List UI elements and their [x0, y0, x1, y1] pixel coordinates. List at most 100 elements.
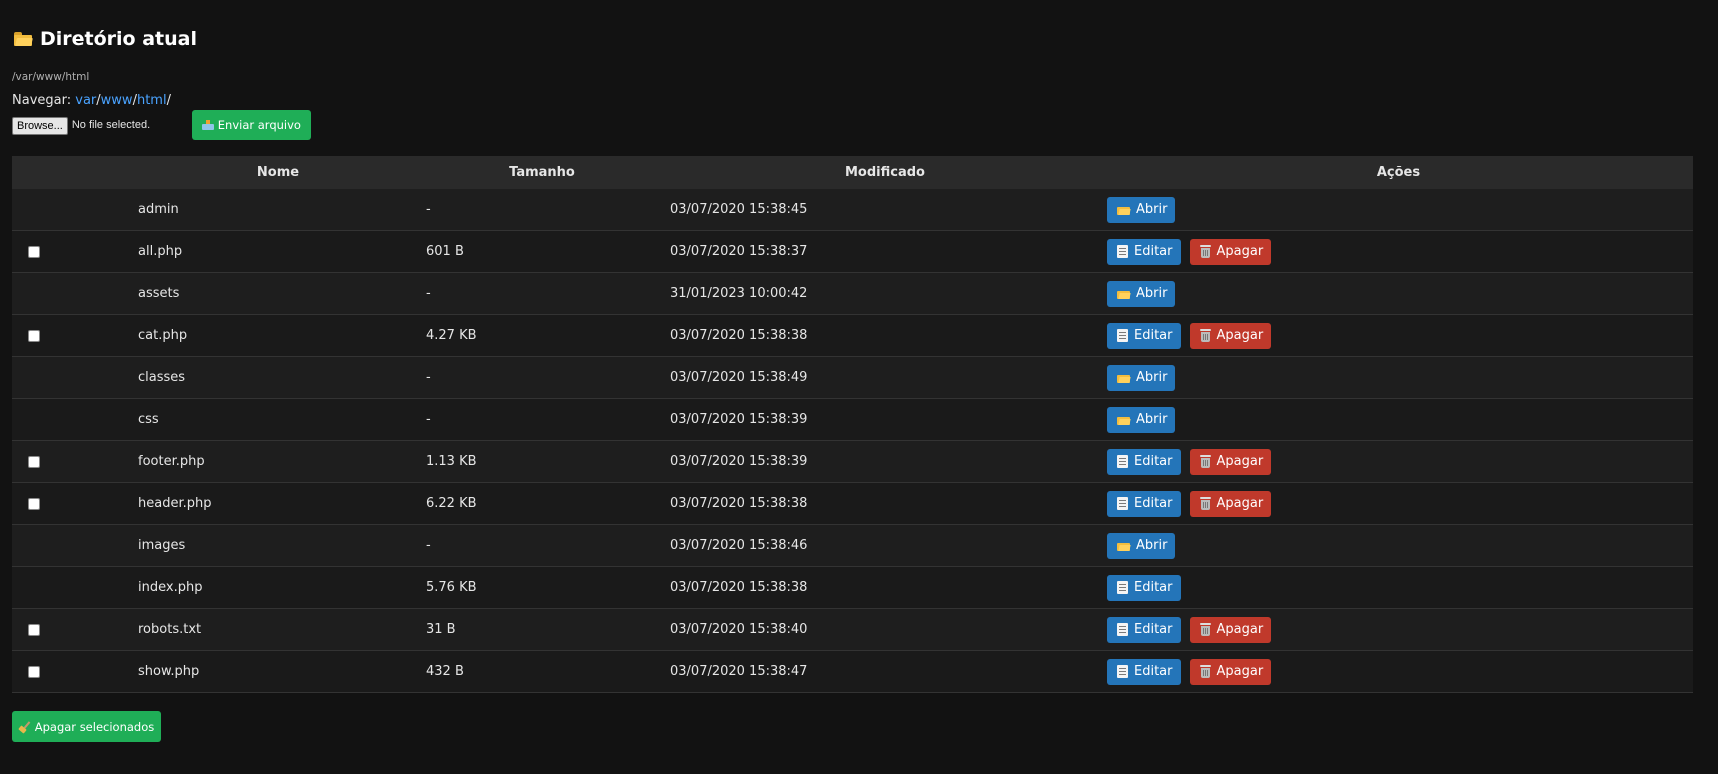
delete-button[interactable]: Apagar	[1189, 616, 1272, 643]
file-name: cat.php	[138, 328, 188, 343]
edit-button[interactable]: Editar	[1107, 658, 1181, 685]
actions-cell: Abrir	[1107, 532, 1693, 559]
action-label: Editar	[1134, 622, 1173, 637]
trash-icon	[1199, 665, 1211, 678]
table-row: css - 03/07/2020 15:38:39 Abrir	[12, 399, 1693, 441]
trash-icon	[1199, 455, 1211, 468]
memo-icon	[1117, 581, 1128, 594]
open-folder-icon	[14, 32, 33, 46]
browse-file-button[interactable]: Browse...	[12, 117, 68, 135]
file-name: index.php	[138, 580, 203, 595]
selected-file-name: No file selected.	[71, 119, 151, 131]
open-button[interactable]: Abrir	[1107, 406, 1176, 433]
edit-button[interactable]: Editar	[1107, 238, 1181, 265]
file-size: 5.76 KB	[426, 580, 477, 595]
file-size: -	[426, 538, 431, 553]
edit-button[interactable]: Editar	[1107, 448, 1181, 475]
actions-cell: Editar Apagar	[1107, 238, 1693, 265]
file-modified: 03/07/2020 15:38:40	[670, 622, 808, 637]
actions-cell: Abrir	[1107, 196, 1693, 223]
open-button[interactable]: Abrir	[1107, 532, 1176, 559]
breadcrumb-link-var[interactable]: var	[75, 93, 96, 108]
action-label: Abrir	[1136, 286, 1168, 301]
folder-icon	[1117, 289, 1131, 299]
file-name: classes	[138, 370, 186, 385]
memo-icon	[1117, 497, 1128, 510]
delete-button[interactable]: Apagar	[1189, 322, 1272, 349]
action-label: Editar	[1134, 664, 1173, 679]
delete-selected-button[interactable]: Apagar selecionados	[12, 711, 161, 742]
file-modified: 03/07/2020 15:38:47	[670, 664, 808, 679]
delete-button[interactable]: Apagar	[1189, 238, 1272, 265]
row-checkbox[interactable]	[28, 329, 40, 342]
select-cell	[12, 329, 138, 342]
memo-icon	[1117, 665, 1128, 678]
breadcrumb-link-html[interactable]: html	[137, 93, 167, 108]
edit-button[interactable]: Editar	[1107, 322, 1181, 349]
open-button[interactable]: Abrir	[1107, 196, 1176, 223]
table-row: index.php 5.76 KB 03/07/2020 15:38:38 Edita…	[12, 567, 1693, 609]
action-label: Abrir	[1136, 370, 1168, 385]
actions-cell: Abrir	[1107, 280, 1693, 307]
file-table: Nome Tamanho Modificado Ações admin - 03/0…	[12, 156, 1693, 693]
table-row: footer.php 1.13 KB 03/07/2020 15:38:39 Edit…	[12, 441, 1693, 483]
edit-button[interactable]: Editar	[1107, 490, 1181, 517]
actions-cell: Abrir	[1107, 406, 1693, 433]
folder-icon	[1117, 205, 1131, 215]
table-header: Nome Tamanho Modificado Ações	[12, 156, 1693, 189]
row-checkbox[interactable]	[28, 455, 40, 468]
file-modified: 03/07/2020 15:38:49	[670, 370, 808, 385]
delete-button[interactable]: Apagar	[1189, 448, 1272, 475]
file-modified: 03/07/2020 15:38:45	[670, 202, 808, 217]
actions-cell: Editar Apagar	[1107, 322, 1693, 349]
broom-icon	[17, 720, 31, 734]
actions-cell: Editar	[1107, 574, 1693, 601]
breadcrumb-label: Navegar:	[12, 93, 72, 108]
table-row: admin - 03/07/2020 15:38:45 Abrir	[12, 189, 1693, 231]
open-button[interactable]: Abrir	[1107, 364, 1176, 391]
memo-icon	[1117, 455, 1128, 468]
row-checkbox[interactable]	[28, 245, 40, 258]
select-cell	[12, 623, 138, 636]
action-label: Editar	[1134, 496, 1173, 511]
row-checkbox[interactable]	[28, 497, 40, 510]
breadcrumb-link-www[interactable]: www	[101, 93, 133, 108]
memo-icon	[1117, 329, 1128, 342]
header-size: Tamanho	[509, 165, 575, 180]
action-label: Apagar	[1216, 664, 1264, 679]
current-path: /var/www/html	[12, 71, 90, 83]
edit-button[interactable]: Editar	[1107, 574, 1181, 601]
action-label: Editar	[1134, 244, 1173, 259]
action-label: Apagar	[1216, 328, 1264, 343]
file-modified: 03/07/2020 15:38:37	[670, 244, 808, 259]
action-label: Abrir	[1136, 412, 1168, 427]
table-row: show.php 432 B 03/07/2020 15:38:47 Editar Ap…	[12, 651, 1693, 693]
action-label: Editar	[1134, 580, 1173, 595]
open-button[interactable]: Abrir	[1107, 280, 1176, 307]
row-checkbox[interactable]	[28, 665, 40, 678]
trash-icon	[1199, 497, 1211, 510]
trash-icon	[1199, 623, 1211, 636]
file-size: 432 B	[426, 664, 464, 679]
file-size: -	[426, 412, 431, 427]
file-name: header.php	[138, 496, 212, 511]
table-row: cat.php 4.27 KB 03/07/2020 15:38:38 Editar A…	[12, 315, 1693, 357]
memo-icon	[1117, 623, 1128, 636]
table-row: classes - 03/07/2020 15:38:49 Abrir	[12, 357, 1693, 399]
file-modified: 03/07/2020 15:38:39	[670, 412, 808, 427]
header-actions: Ações	[1376, 165, 1421, 180]
row-checkbox[interactable]	[28, 623, 40, 636]
delete-button[interactable]: Apagar	[1189, 658, 1272, 685]
action-label: Apagar	[1216, 496, 1264, 511]
file-name: all.php	[138, 244, 183, 259]
trash-icon	[1199, 245, 1211, 258]
trash-icon	[1199, 329, 1211, 342]
delete-button[interactable]: Apagar	[1189, 490, 1272, 517]
edit-button[interactable]: Editar	[1107, 616, 1181, 643]
file-name: admin	[138, 202, 179, 217]
table-row: images - 03/07/2020 15:38:46 Abrir	[12, 525, 1693, 567]
file-modified: 03/07/2020 15:38:46	[670, 538, 808, 553]
file-name: show.php	[138, 664, 200, 679]
actions-cell: Editar Apagar	[1107, 490, 1693, 517]
upload-file-button[interactable]: Enviar arquivo	[191, 110, 311, 140]
